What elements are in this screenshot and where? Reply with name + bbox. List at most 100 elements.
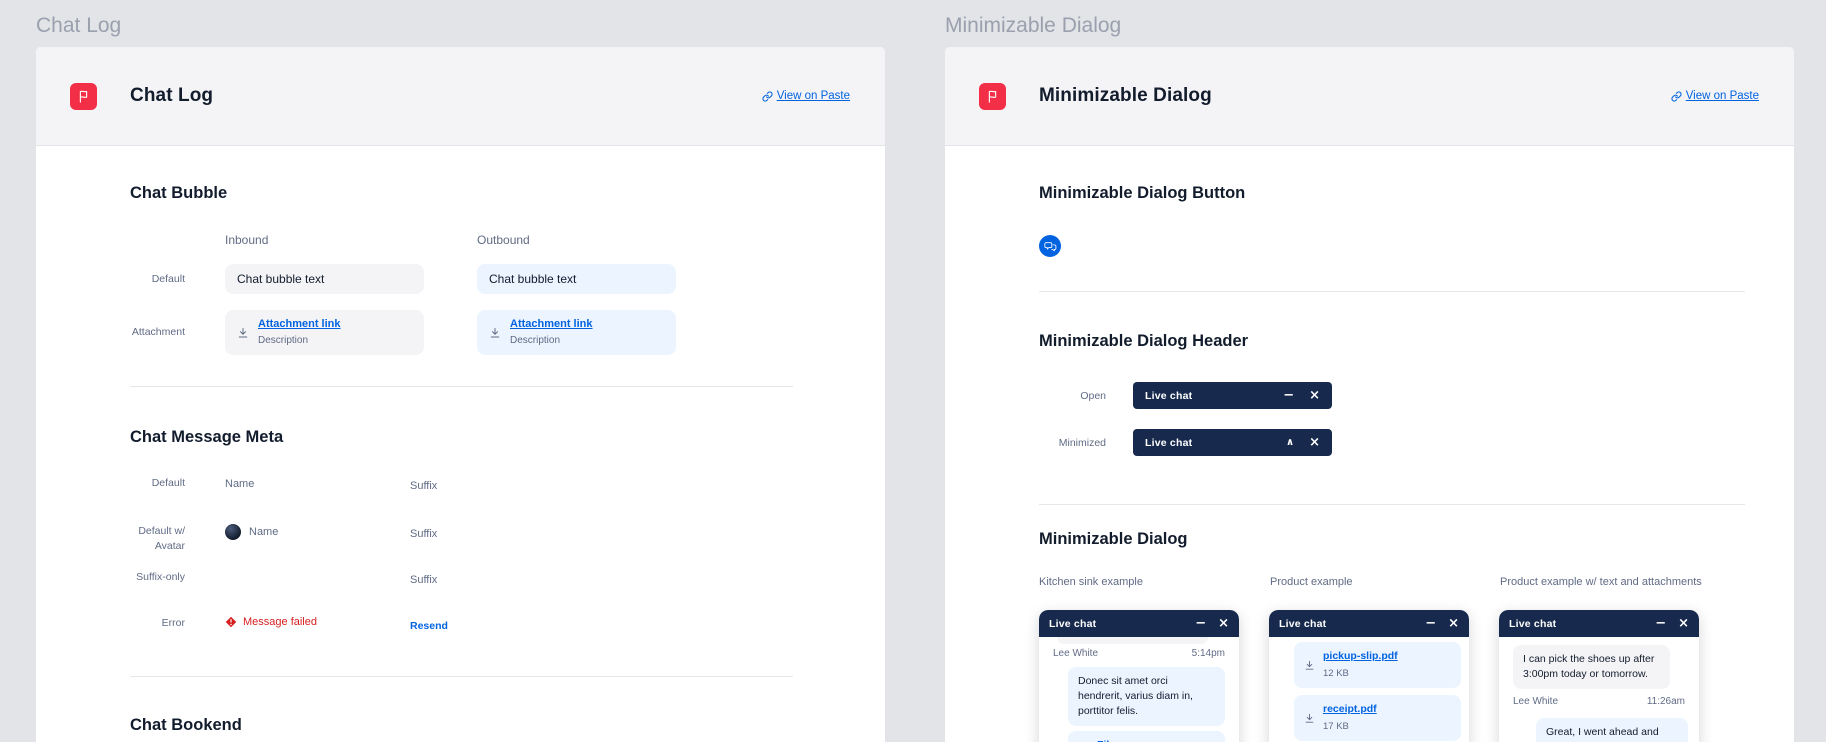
chat-bubble-column-headers: Inbound Outbound	[130, 233, 885, 247]
attachment-link[interactable]: File.png	[1097, 738, 1137, 742]
meta-row-avatar: Default w/ Avatar Name Suffix	[130, 524, 885, 554]
download-icon	[1304, 713, 1315, 724]
dialog-product-text-attachments: Live chat − × I can pick the shoes up af…	[1499, 610, 1699, 742]
meta-suffix: Suffix	[410, 574, 437, 586]
avatar	[225, 524, 241, 540]
clipped-chat-bubble	[1057, 637, 1208, 644]
example-labels: Kitchen sink example Product example Pro…	[1039, 576, 1794, 588]
dialog-header-open: Live chat − ×	[1133, 382, 1332, 409]
meta-time: 11:26am	[1647, 696, 1685, 707]
chat-bubbles-icon	[1044, 240, 1057, 253]
window-title-chat-log: Chat Log	[36, 14, 121, 38]
row-label-error: Error	[130, 616, 185, 631]
message-meta: Lee White 5:14pm	[1053, 648, 1225, 659]
dialog-header-minimized: Live chat ∧ ×	[1133, 429, 1332, 456]
section-heading-chat-bookend: Chat Bookend	[130, 715, 885, 735]
section-heading-dialog-header: Minimizable Dialog Header	[1039, 331, 1794, 351]
attachment-bubble: receipt.pdf 17 KB	[1294, 695, 1461, 741]
close-icon[interactable]: ×	[1678, 617, 1689, 630]
dialog-kitchen-sink: Live chat − × Lee White 5:14pm Donec sit…	[1039, 610, 1239, 742]
dialog-title: Live chat	[1279, 618, 1326, 630]
view-on-paste-link[interactable]: View on Paste	[1671, 90, 1759, 102]
example-label-product-text-attachments: Product example w/ text and attachments	[1500, 576, 1702, 588]
dialog-product: Live chat − × pickup-slip.pdf 12 KB	[1269, 610, 1469, 742]
resend-button[interactable]: Resend	[410, 620, 448, 632]
minimize-icon[interactable]: −	[1425, 617, 1436, 630]
close-icon[interactable]: ×	[1309, 389, 1320, 402]
divider	[130, 386, 793, 387]
dialog-title: Live chat	[1509, 618, 1556, 630]
error-icon	[225, 616, 237, 628]
chat-bubble-inbound: I can pick the shoes up after 3:00pm tod…	[1513, 645, 1670, 689]
divider	[1039, 291, 1745, 292]
section-heading-chat-bubble: Chat Bubble	[130, 183, 885, 203]
attachment-link[interactable]: Attachment link	[258, 317, 341, 331]
meta-time: 5:14pm	[1192, 648, 1225, 659]
chat-log-card-header: Chat Log View on Paste	[36, 47, 885, 146]
row-label-open: Open	[1039, 390, 1106, 402]
row-label-avatar-line2: Avatar	[130, 539, 185, 554]
meta-name: Lee White	[1513, 696, 1558, 707]
window-title-minimizable-dialog: Minimizable Dialog	[945, 14, 1121, 38]
row-label-default-w-avatar: Default w/	[130, 524, 185, 539]
minimize-icon[interactable]: −	[1195, 617, 1206, 630]
attachment-description: Description	[510, 334, 593, 348]
page-title: Minimizable Dialog	[1039, 85, 1212, 107]
attachment-bubble: pickup-slip.pdf 12 KB	[1294, 642, 1461, 688]
section-heading-dialog-examples: Minimizable Dialog	[1039, 529, 1794, 549]
dialog-title: Live chat	[1145, 437, 1192, 449]
view-on-paste-label: View on Paste	[777, 90, 850, 102]
divider	[130, 676, 793, 677]
minimize-icon[interactable]: −	[1283, 389, 1294, 402]
row-label-default: Default	[130, 476, 185, 491]
chat-log-panel: Chat Log View on Paste Chat Bubble Inbou…	[36, 47, 885, 742]
minimizable-dialog-card-header: Minimizable Dialog View on Paste	[945, 47, 1794, 146]
section-heading-chat-message-meta: Chat Message Meta	[130, 427, 885, 447]
attachment-size: 12 KB	[1323, 666, 1398, 681]
attachment-description: Description	[258, 334, 341, 348]
example-label-product: Product example	[1270, 576, 1500, 588]
download-icon	[1304, 660, 1315, 671]
restore-icon[interactable]: ∧	[1286, 438, 1294, 448]
row-label-default: Default	[130, 272, 185, 287]
message-meta: Lee White 11:26am	[1513, 696, 1685, 707]
minimizable-dialog-panel: Minimizable Dialog View on Paste Minimiz…	[945, 47, 1794, 742]
chat-bubble-default-row: Default Chat bubble text Chat bubble tex…	[130, 264, 885, 294]
meta-suffix: Suffix	[410, 528, 437, 540]
close-icon[interactable]: ×	[1309, 436, 1320, 449]
column-header-inbound: Inbound	[225, 233, 424, 247]
page-title: Chat Log	[130, 85, 213, 107]
attachment-bubble: File.png 2 MB	[1068, 731, 1225, 742]
section-heading-dialog-button: Minimizable Dialog Button	[1039, 183, 1794, 203]
download-icon	[489, 327, 501, 339]
close-icon[interactable]: ×	[1448, 617, 1459, 630]
column-header-outbound: Outbound	[477, 233, 676, 247]
row-label-minimized: Minimized	[1039, 437, 1106, 449]
error-message: Message failed	[243, 616, 317, 628]
link-icon	[1671, 91, 1682, 102]
close-icon[interactable]: ×	[1218, 617, 1229, 630]
meta-row-error: Error Message failed Resend	[130, 616, 885, 634]
view-on-paste-label: View on Paste	[1686, 90, 1759, 102]
paste-logo-icon	[979, 83, 1006, 110]
attachment-link[interactable]: receipt.pdf	[1323, 702, 1377, 717]
attachment-outbound: Attachment link Description	[477, 310, 676, 355]
meta-name: Lee White	[1053, 648, 1098, 659]
dialog-title: Live chat	[1145, 390, 1192, 402]
link-icon	[762, 91, 773, 102]
download-icon	[237, 327, 249, 339]
dialog-header: Live chat − ×	[1269, 610, 1469, 637]
view-on-paste-link[interactable]: View on Paste	[762, 90, 850, 102]
meta-suffix: Suffix	[410, 480, 437, 492]
attachment-link[interactable]: pickup-slip.pdf	[1323, 649, 1398, 664]
attachment-link[interactable]: Attachment link	[510, 317, 593, 331]
attachment-inbound: Attachment link Description	[225, 310, 424, 355]
minimize-icon[interactable]: −	[1655, 617, 1666, 630]
meta-name: Name	[225, 476, 254, 492]
minimizable-dialog-button[interactable]	[1039, 235, 1061, 257]
attachment-size: 17 KB	[1323, 719, 1377, 734]
meta-row-suffix-only: Suffix-only Suffix	[130, 570, 885, 588]
meta-row-default: Default Name Suffix	[130, 476, 885, 494]
chat-bubble-outbound: Donec sit amet orci hendrerit, varius di…	[1068, 667, 1225, 726]
example-label-kitchen-sink: Kitchen sink example	[1039, 576, 1270, 588]
